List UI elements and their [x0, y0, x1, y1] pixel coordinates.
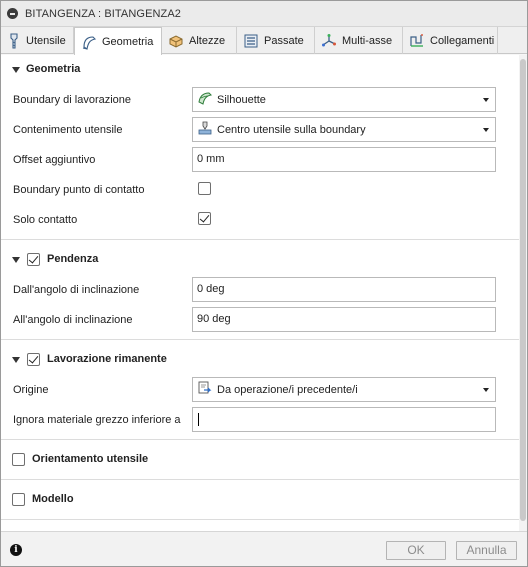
text-cursor — [198, 412, 199, 426]
expand-triangle-icon[interactable] — [12, 257, 20, 263]
expand-triangle-icon[interactable] — [12, 67, 20, 73]
silhouette-icon — [198, 91, 213, 108]
section-rimanente-header[interactable]: Lavorazione rimanente — [1, 348, 519, 372]
offset-input[interactable]: 0 mm — [192, 147, 496, 172]
modello-checkbox[interactable] — [12, 493, 25, 506]
section-geometria-header[interactable]: Geometria — [1, 58, 519, 82]
containment-label: Contenimento utensile — [13, 124, 123, 136]
previous-operation-icon — [198, 381, 212, 398]
chevron-down-icon — [483, 128, 489, 132]
chevron-down-icon — [483, 388, 489, 392]
section-title: Orientamento utensile — [32, 453, 149, 465]
tab-label: Geometria — [102, 35, 154, 48]
tab-label: Collegamenti — [430, 34, 495, 47]
tab-passate[interactable]: Passate — [237, 27, 315, 54]
expand-triangle-icon[interactable] — [12, 357, 20, 363]
divider — [1, 519, 519, 520]
containment-value: Centro utensile sulla boundary — [217, 123, 366, 136]
ignore-stock-input[interactable] — [192, 407, 496, 432]
to-angle-label: All'angolo di inclinazione — [13, 314, 133, 326]
scrollbar-thumb[interactable] — [520, 59, 526, 521]
section-pendenza-header[interactable]: Pendenza — [1, 248, 519, 272]
vertical-scrollbar[interactable] — [519, 55, 527, 531]
ignore-stock-label: Ignora materiale grezzo inferiore a — [13, 414, 181, 426]
multi-axis-icon — [321, 33, 337, 49]
to-angle-input[interactable]: 90 deg — [192, 307, 496, 332]
info-icon[interactable]: i — [10, 544, 22, 556]
section-modello-header[interactable]: Modello — [1, 488, 519, 512]
chevron-down-icon — [483, 98, 489, 102]
boundary-select[interactable]: Silhouette — [192, 87, 496, 112]
origin-label: Origine — [13, 384, 49, 396]
tool-icon — [7, 32, 21, 49]
tab-multi-asse[interactable]: Multi-asse — [315, 27, 403, 54]
section-orientamento-header[interactable]: Orientamento utensile — [1, 448, 519, 472]
geometry-icon — [81, 34, 97, 50]
tab-altezze[interactable]: Altezze — [162, 27, 237, 54]
from-angle-input[interactable]: 0 deg — [192, 277, 496, 302]
section-title: Lavorazione rimanente — [47, 353, 167, 365]
divider — [1, 239, 519, 240]
tab-utensile[interactable]: Utensile — [1, 27, 74, 54]
tab-label: Altezze — [189, 34, 226, 47]
heights-icon — [168, 33, 184, 49]
tab-geometria[interactable]: Geometria — [74, 27, 162, 55]
tab-label: Multi-asse — [342, 34, 393, 47]
tab-bar: Utensile Geometria Altezze Passate Multi… — [1, 27, 527, 55]
section-title: Geometria — [26, 63, 81, 75]
cancel-button[interactable]: Annulla — [456, 541, 517, 560]
contact-boundary-label: Boundary punto di contatto — [13, 184, 145, 196]
containment-select[interactable]: Centro utensile sulla boundary — [192, 117, 496, 142]
linking-icon — [409, 33, 425, 49]
rimanente-checkbox[interactable] — [27, 353, 40, 366]
contact-only-label: Solo contatto — [13, 214, 78, 226]
divider — [1, 479, 519, 480]
tab-label: Utensile — [26, 34, 66, 47]
tab-label: Passate — [264, 34, 304, 47]
section-title: Pendenza — [47, 253, 99, 265]
boundary-value: Silhouette — [217, 93, 266, 106]
dialog-window: BITANGENZA : BITANGENZA2 Utensile Geomet… — [0, 0, 528, 567]
dialog-footer: i OK Annulla — [1, 531, 527, 566]
divider — [1, 339, 519, 340]
contact-boundary-checkbox[interactable] — [198, 182, 211, 195]
content-panel: Geometria Boundary di lavorazione Silhou… — [1, 55, 519, 531]
divider — [1, 439, 519, 440]
boundary-label: Boundary di lavorazione — [13, 94, 132, 106]
offset-label: Offset aggiuntivo — [13, 154, 96, 166]
section-title: Modello — [32, 493, 74, 505]
contact-only-checkbox[interactable] — [198, 212, 211, 225]
origin-value: Da operazione/i precedente/i — [217, 383, 358, 396]
pendenza-checkbox[interactable] — [27, 253, 40, 266]
title-bar: BITANGENZA : BITANGENZA2 — [1, 1, 527, 27]
dialog-title: BITANGENZA : BITANGENZA2 — [25, 8, 182, 20]
origin-select[interactable]: Da operazione/i precedente/i — [192, 377, 496, 402]
tool-center-icon — [198, 121, 212, 138]
collapse-dialog-icon[interactable] — [7, 8, 18, 19]
from-angle-label: Dall'angolo di inclinazione — [13, 284, 140, 296]
ok-button[interactable]: OK — [386, 541, 446, 560]
orientamento-checkbox[interactable] — [12, 453, 25, 466]
passes-icon — [243, 33, 259, 49]
tab-collegamenti[interactable]: Collegamenti — [403, 27, 498, 54]
